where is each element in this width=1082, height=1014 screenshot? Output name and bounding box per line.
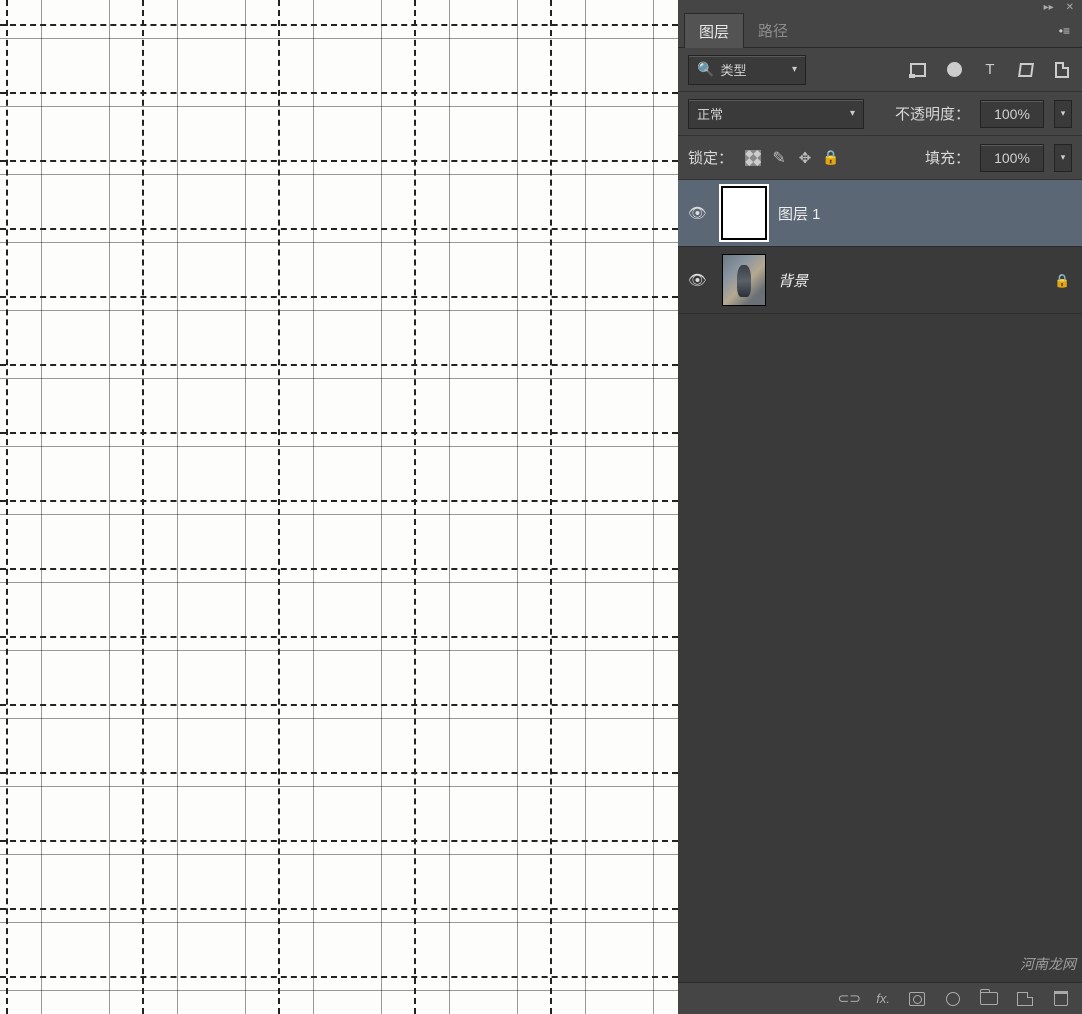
lock-label: 锁定： bbox=[688, 147, 733, 168]
filter-type-select[interactable]: 🔍 类型 ▾ bbox=[688, 55, 806, 85]
tab-layers[interactable]: 图层 bbox=[684, 13, 744, 49]
layer-name-label[interactable]: 背景 bbox=[778, 270, 808, 291]
fill-value-input[interactable]: 100% bbox=[980, 144, 1044, 172]
lock-transparency-icon[interactable] bbox=[743, 148, 763, 168]
layer-row[interactable]: 👁 背景 🔒 bbox=[678, 247, 1082, 314]
link-layers-icon[interactable]: ⊂⊃ bbox=[840, 990, 858, 1008]
layer-filter-row: 🔍 类型 ▾ T bbox=[678, 48, 1082, 92]
layer-thumbnail[interactable] bbox=[722, 187, 766, 239]
lock-all-icon[interactable]: 🔒 bbox=[821, 148, 841, 168]
tab-paths[interactable]: 路径 bbox=[744, 13, 802, 48]
lock-icon: 🔒 bbox=[1054, 273, 1068, 287]
visibility-toggle-icon[interactable]: 👁 bbox=[688, 271, 710, 289]
filter-pixel-icon[interactable] bbox=[908, 60, 928, 80]
chevron-down-icon: ▾ bbox=[850, 108, 855, 119]
blend-mode-value: 正常 bbox=[697, 104, 723, 123]
layer-row[interactable]: 👁 图层 1 bbox=[678, 180, 1082, 247]
filter-adjustment-icon[interactable] bbox=[944, 60, 964, 80]
fill-dropdown-icon[interactable]: ▾ bbox=[1054, 144, 1072, 172]
document-canvas[interactable] bbox=[0, 0, 678, 1014]
delete-layer-icon[interactable] bbox=[1052, 990, 1070, 1008]
filter-shape-icon[interactable] bbox=[1016, 60, 1036, 80]
opacity-value-input[interactable]: 100% bbox=[980, 100, 1044, 128]
panel-menu-icon[interactable]: •≡ bbox=[1049, 24, 1076, 38]
layers-footer: ⊂⊃ fx. bbox=[678, 982, 1082, 1014]
blend-mode-row: 正常 ▾ 不透明度： 100% ▾ bbox=[678, 92, 1082, 136]
layer-thumbnail[interactable] bbox=[722, 254, 766, 306]
group-layers-icon[interactable] bbox=[980, 990, 998, 1008]
new-layer-icon[interactable] bbox=[1016, 990, 1034, 1008]
blend-mode-select[interactable]: 正常 ▾ bbox=[688, 99, 864, 129]
filter-type-icon[interactable]: T bbox=[980, 60, 1000, 80]
lock-fill-row: 锁定： ✎ ✥ 🔒 填充： 100% ▾ bbox=[678, 136, 1082, 180]
panel-close-icon[interactable]: ✕ bbox=[1066, 2, 1074, 13]
fill-label: 填充： bbox=[925, 147, 970, 168]
opacity-label: 不透明度： bbox=[895, 103, 970, 124]
layer-effects-icon[interactable]: fx. bbox=[876, 990, 890, 1008]
chevron-down-icon: ▾ bbox=[792, 64, 797, 75]
filter-type-label: 类型 bbox=[720, 60, 746, 79]
panel-collapse-icon[interactable]: ▸▸ bbox=[1044, 2, 1054, 13]
layer-list: 👁 图层 1 👁 背景 🔒 bbox=[678, 180, 1082, 982]
layer-name-label[interactable]: 图层 1 bbox=[778, 203, 821, 224]
lock-pixels-icon[interactable]: ✎ bbox=[769, 148, 789, 168]
lock-position-icon[interactable]: ✥ bbox=[795, 148, 815, 168]
layer-mask-icon[interactable] bbox=[908, 990, 926, 1008]
adjustment-layer-icon[interactable] bbox=[944, 990, 962, 1008]
filter-smartobject-icon[interactable] bbox=[1052, 60, 1072, 80]
search-icon: 🔍 bbox=[697, 61, 714, 78]
panel-tabs: 图层 路径 •≡ bbox=[678, 14, 1082, 48]
visibility-toggle-icon[interactable]: 👁 bbox=[688, 204, 710, 222]
layers-panel: ▸▸ ✕ 图层 路径 •≡ 🔍 类型 ▾ T 正常 ▾ 不透明度： 100% ▾ bbox=[678, 0, 1082, 1014]
opacity-dropdown-icon[interactable]: ▾ bbox=[1054, 100, 1072, 128]
